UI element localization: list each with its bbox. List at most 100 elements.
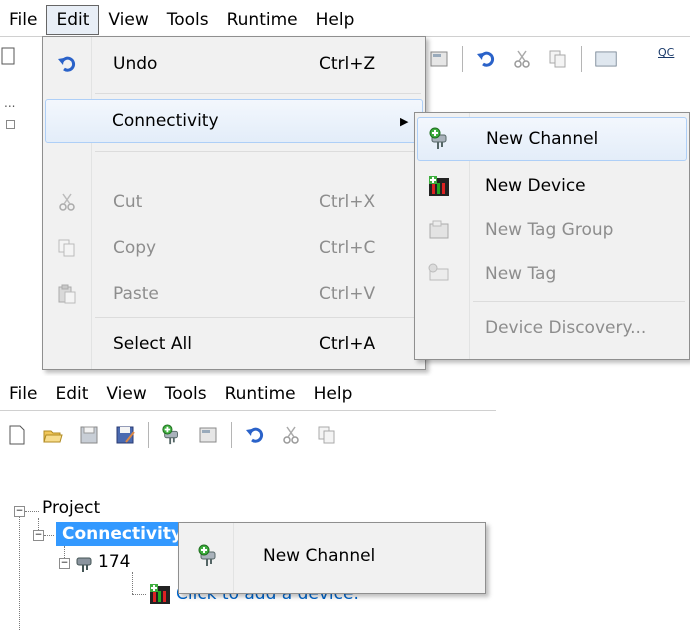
menu-edit[interactable]: Edit (46, 380, 97, 408)
select-all-shortcut: Ctrl+A (319, 334, 376, 354)
new-channel-label: New Channel (486, 129, 599, 149)
new-device-icon (425, 172, 453, 200)
menu-separator (95, 93, 421, 94)
open-folder-icon[interactable] (40, 422, 66, 448)
collapse-channel-icon[interactable]: − (59, 558, 70, 569)
connectivity-submenu: New Channel New Device New Tag Group New… (414, 112, 690, 360)
menu-item-undo[interactable]: Undo Ctrl+Z (45, 43, 423, 85)
cut-icon[interactable] (509, 46, 535, 72)
paste-shortcut: Ctrl+V (319, 284, 376, 304)
menu-item-select-all[interactable]: Select All Ctrl+A (45, 323, 423, 365)
collapse-connectivity-icon[interactable]: − (33, 530, 44, 541)
new-channel-icon (426, 125, 454, 153)
collapse-project-icon[interactable]: − (14, 506, 25, 517)
tree-line (25, 511, 39, 512)
menu-view[interactable]: View (97, 380, 155, 408)
tree-ellipsis: ... (4, 96, 16, 110)
toolbar-separator (462, 46, 463, 72)
menu-item-new-device[interactable]: New Device (417, 165, 687, 207)
new-file-icon[interactable] (4, 422, 30, 448)
menu-item-new-tag[interactable]: New Tag (417, 253, 687, 295)
copy-icon[interactable] (314, 422, 340, 448)
copy-icon[interactable] (545, 46, 571, 72)
tree-expander[interactable] (6, 120, 15, 129)
menu-file[interactable]: File (0, 6, 46, 34)
toolbar-top-partial (426, 42, 686, 76)
new-tag-group-icon (425, 216, 453, 244)
paste-icon (53, 280, 81, 308)
menu-item-connectivity[interactable]: Connectivity ▶ (45, 99, 423, 143)
context-menu-new-channel[interactable]: New Channel (181, 535, 483, 577)
tree-node-channel[interactable]: 174 (98, 552, 130, 572)
tree-line (38, 518, 39, 530)
properties-icon[interactable] (195, 422, 221, 448)
new-channel-icon (195, 542, 223, 570)
menu-file[interactable]: File (0, 380, 46, 408)
connectivity-label: Connectivity (112, 111, 219, 131)
new-file-icon[interactable] (0, 42, 16, 70)
divider (0, 410, 496, 411)
tree-node-project[interactable]: Project (42, 498, 100, 518)
menu-tools[interactable]: Tools (158, 6, 218, 34)
menubar-bottom: File Edit View Tools Runtime Help (0, 378, 362, 410)
undo-icon[interactable] (242, 422, 268, 448)
toolbar-separator (148, 422, 149, 448)
menu-edit[interactable]: Edit (46, 5, 100, 35)
cut-label: Cut (113, 192, 143, 212)
undo-icon[interactable] (473, 46, 499, 72)
menu-help[interactable]: Help (305, 380, 362, 408)
toolbar-bottom (0, 416, 350, 454)
menu-help[interactable]: Help (307, 6, 364, 34)
qc-label: QC (658, 46, 675, 59)
menu-runtime[interactable]: Runtime (218, 6, 307, 34)
menu-item-copy[interactable]: Copy Ctrl+C (45, 227, 423, 269)
undo-shortcut: Ctrl+Z (319, 54, 376, 74)
add-device-icon (148, 582, 172, 611)
undo-icon (53, 50, 81, 78)
cut-shortcut: Ctrl+X (319, 192, 376, 212)
cut-icon (53, 188, 81, 216)
menu-item-paste[interactable]: Paste Ctrl+V (45, 273, 423, 315)
toolbar-separator (231, 422, 232, 448)
select-all-label: Select All (113, 334, 192, 354)
tree-line (44, 535, 54, 536)
new-channel-icon[interactable] (159, 422, 185, 448)
menu-runtime[interactable]: Runtime (216, 380, 305, 408)
context-new-channel-label: New Channel (263, 546, 376, 566)
toolbar-separator (581, 46, 582, 72)
copy-shortcut: Ctrl+C (319, 238, 376, 258)
tree-line (132, 572, 133, 594)
channel-icon (73, 550, 97, 579)
quick-client-icon[interactable] (592, 46, 620, 72)
bottom-window: File Edit View Tools Runtime Help − Proj… (0, 376, 496, 630)
menu-separator (95, 151, 421, 152)
edit-menu: Undo Ctrl+Z Connectivity ▶ Cut Ctrl+X Co… (42, 36, 426, 370)
context-menu: New Channel (178, 522, 486, 594)
tree-line (19, 517, 20, 630)
menu-view[interactable]: View (99, 6, 157, 34)
new-tag-label: New Tag (485, 264, 557, 284)
tree-node-connectivity[interactable]: Connectivity (56, 522, 189, 546)
menu-item-new-channel[interactable]: New Channel (417, 117, 687, 161)
save-icon[interactable] (76, 422, 102, 448)
menu-item-new-tag-group[interactable]: New Tag Group (417, 209, 687, 251)
cut-icon[interactable] (278, 422, 304, 448)
tree-line (132, 594, 146, 595)
undo-label: Undo (113, 54, 158, 74)
menu-separator (473, 301, 685, 302)
new-tag-icon (425, 260, 453, 288)
copy-label: Copy (113, 238, 157, 258)
new-tag-group-label: New Tag Group (485, 220, 614, 240)
menu-tools[interactable]: Tools (156, 380, 216, 408)
menu-item-device-discovery[interactable]: Device Discovery... (417, 307, 687, 349)
menu-item-cut[interactable]: Cut Ctrl+X (45, 181, 423, 223)
paste-label: Paste (113, 284, 159, 304)
copy-icon (53, 234, 81, 262)
save-as-icon[interactable] (112, 422, 138, 448)
properties-icon[interactable] (426, 46, 452, 72)
device-discovery-label: Device Discovery... (485, 318, 647, 338)
new-device-label: New Device (485, 176, 586, 196)
submenu-arrow-icon: ▶ (400, 114, 409, 128)
menubar-top: File Edit View Tools Runtime Help (0, 4, 364, 36)
menu-separator (95, 317, 421, 318)
